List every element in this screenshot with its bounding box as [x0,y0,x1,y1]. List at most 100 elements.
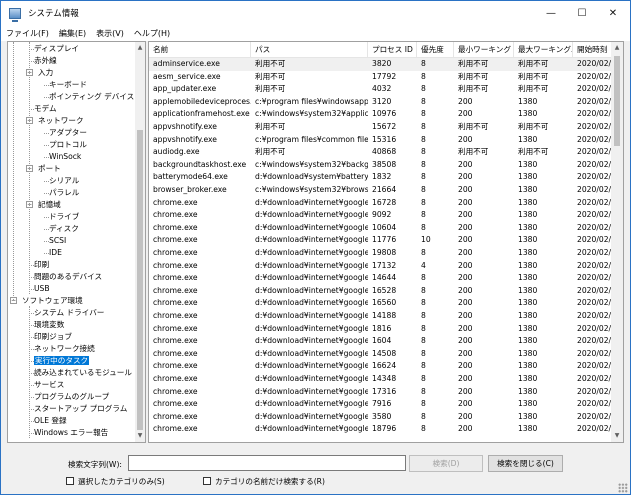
column-header[interactable]: パス [251,42,368,58]
scroll-down-icon[interactable]: ▼ [611,430,623,442]
table-cell: 200 [458,109,473,119]
tree-item[interactable]: IDE [49,247,62,259]
table-row[interactable]: chrome.exe d:¥download¥internet¥google...… [149,386,623,399]
table-row[interactable]: chrome.exe d:¥download¥internet¥google...… [149,247,623,260]
tree-item[interactable]: システム ドライバー [34,307,104,319]
tree-item[interactable]: USB [34,283,50,295]
menu-edit[interactable]: 編集(E) [54,28,91,39]
scroll-up-icon[interactable]: ▲ [135,42,145,54]
tree-item[interactable]: プログラムのグループ [34,391,109,403]
table-row[interactable]: applicationframehost.exe c:¥windows¥syste… [149,108,623,121]
tree-item[interactable]: ソフトウェア環境 [22,295,83,307]
tree-item[interactable]: ディスプレイ [34,43,79,55]
table-row[interactable]: adminservice.exe 利用不可 3820 8 利用不可 利用不可 2020/02… [149,58,623,71]
table-row[interactable]: chrome.exe d:¥download¥internet¥google...… [149,209,623,222]
scroll-thumb[interactable] [137,130,143,430]
tree-item[interactable]: プロトコル [49,139,87,151]
title-bar[interactable]: システム情報 — ☐ ✕ [1,1,630,25]
table-row[interactable]: audiodg.exe 利用不可 40868 8 利用不可 利用不可 2020/02/1 [149,146,623,159]
category-tree[interactable]: ディスプレイ 赤外線 入力 − キーボード ポインティング デバイス モデム ネットワーク − ア… [7,41,146,443]
table-row[interactable]: chrome.exe d:¥download¥internet¥google...… [149,323,623,336]
tree-item[interactable]: モデム [34,103,57,115]
search-input[interactable] [128,455,406,471]
tree-item[interactable]: キーボード [49,79,87,91]
table-row[interactable]: chrome.exe d:¥download¥internet¥google...… [149,373,623,386]
column-header[interactable]: 最小ワーキング ... [454,42,514,58]
table-row[interactable]: chrome.exe d:¥download¥internet¥google...… [149,297,623,310]
table-row[interactable]: applemobiledeviceproces... c:¥program fil… [149,96,623,109]
scroll-thumb[interactable] [614,56,620,146]
tree-item[interactable]: スタートアップ プログラム [34,403,127,415]
tree-item[interactable]: アダプター [49,127,87,139]
menu-view[interactable]: 表示(V) [91,28,129,39]
tree-item[interactable]: ポート [38,163,61,175]
minimize-button[interactable]: — [536,1,566,25]
tree-connector [44,133,49,134]
table-row[interactable]: chrome.exe d:¥download¥internet¥google...… [149,411,623,424]
maximize-button[interactable]: ☐ [567,1,597,25]
table-row[interactable]: appvshnotify.exe c:¥program files¥common … [149,134,623,147]
list-scrollbar[interactable]: ▲ ▼ [611,42,623,442]
tree-item[interactable]: ポインティング デバイス [49,91,134,103]
column-header[interactable]: 優先度 [417,42,454,58]
tree-item[interactable]: SCSI [49,235,66,247]
resize-grip[interactable] [618,483,628,493]
tree-item[interactable]: ネットワーク接続 [34,343,95,355]
tree-item[interactable]: 実行中のタスク [34,355,90,367]
table-row[interactable]: chrome.exe d:¥download¥internet¥google...… [149,335,623,348]
table-cell: 利用不可 [255,59,286,68]
selected-category-checkbox[interactable] [66,477,74,485]
table-cell: chrome.exe [153,248,198,257]
tree-item[interactable]: 読み込まれているモジュール [34,367,132,379]
table-row[interactable]: chrome.exe d:¥download¥internet¥google...… [149,398,623,411]
column-header[interactable]: 名前 [149,42,251,58]
table-row[interactable]: app_updater.exe 利用不可 4032 8 利用不可 利用不可 2020/02/… [149,83,623,96]
menu-file[interactable]: ファイル(F) [1,28,54,39]
tree-item[interactable]: ネットワーク [38,115,84,127]
table-row[interactable]: appvshnotify.exe 利用不可 15672 8 利用不可 利用不可 2020/0… [149,121,623,134]
table-cell: 1816 [372,323,392,333]
category-names-checkbox[interactable] [203,477,211,485]
table-row[interactable]: browser_broker.exe c:¥windows¥system32¥br… [149,184,623,197]
scroll-up-icon[interactable]: ▲ [611,42,623,54]
tree-item[interactable]: 記憶域 [38,199,61,211]
tree-item[interactable]: サービス [34,379,64,391]
table-row[interactable]: chrome.exe d:¥download¥internet¥google...… [149,348,623,361]
tree-item[interactable]: 赤外線 [34,55,57,67]
table-row[interactable]: aesm_service.exe 利用不可 17792 8 利用不可 利用不可 2020/0… [149,71,623,84]
tree-scrollbar[interactable]: ▲ ▼ [135,42,145,442]
table-row[interactable]: batterymode64.exe d:¥download¥system¥batt… [149,171,623,184]
task-list[interactable]: 名前パスプロセス ID優先度最小ワーキング ...最大ワーキング...開始時刻a… [148,41,624,443]
table-row[interactable]: chrome.exe d:¥download¥internet¥google...… [149,310,623,323]
table-row[interactable]: chrome.exe d:¥download¥internet¥google...… [149,234,623,247]
table-row[interactable]: chrome.exe d:¥download¥internet¥google...… [149,285,623,298]
table-row[interactable]: backgroundtaskhost.exe c:¥windows¥system3… [149,159,623,172]
close-search-button[interactable]: 検索を閉じる(C) [488,455,563,472]
table-cell: chrome.exe [153,235,198,245]
tree-item[interactable]: ドライブ [49,211,79,223]
table-cell: d:¥download¥internet¥google... [255,336,368,346]
tree-item[interactable]: シリアル [49,175,79,187]
tree-item[interactable]: Windows エラー報告 [34,427,108,439]
tree-item[interactable]: ディスク [49,223,79,235]
tree-item[interactable]: 入力 [38,67,53,79]
table-row[interactable]: chrome.exe d:¥download¥internet¥google...… [149,360,623,373]
close-button[interactable]: ✕ [598,1,628,25]
tree-item[interactable]: 環境変数 [34,319,64,331]
tree-item[interactable]: 印刷ジョブ [34,331,72,343]
tree-item[interactable]: パラレル [49,187,79,199]
menu-help[interactable]: ヘルプ(H) [129,28,175,39]
tree-item[interactable]: 印刷 [34,259,49,271]
tree-item[interactable]: 問題のあるデバイス [34,271,102,283]
table-row[interactable]: chrome.exe d:¥download¥internet¥google...… [149,197,623,210]
find-button[interactable]: 検索(D) [409,455,483,472]
column-header[interactable]: プロセス ID [368,42,417,58]
table-row[interactable]: chrome.exe d:¥download¥internet¥google...… [149,272,623,285]
table-row[interactable]: chrome.exe d:¥download¥internet¥google...… [149,423,623,436]
tree-item[interactable]: OLE 登録 [34,415,67,427]
table-row[interactable]: chrome.exe d:¥download¥internet¥google...… [149,222,623,235]
column-header[interactable]: 最大ワーキング... [514,42,573,58]
table-row[interactable]: chrome.exe d:¥download¥internet¥google...… [149,260,623,273]
tree-item[interactable]: WinSock [49,151,81,163]
scroll-down-icon[interactable]: ▼ [135,430,145,442]
